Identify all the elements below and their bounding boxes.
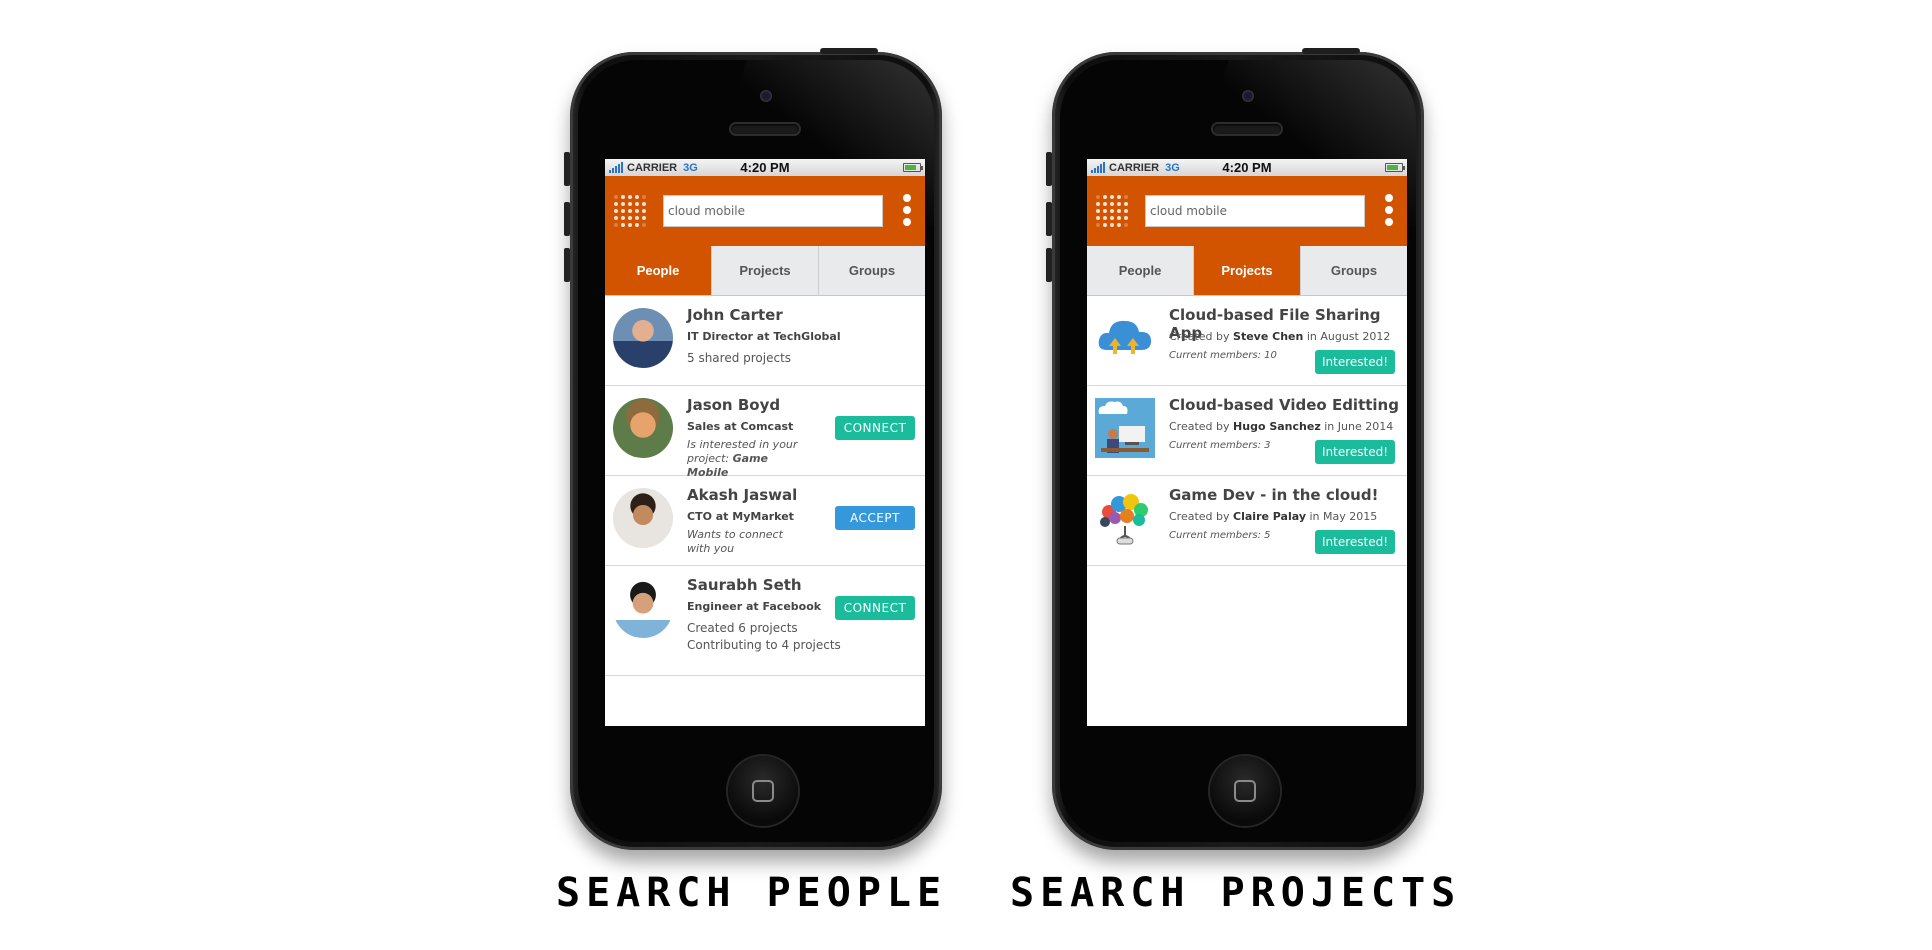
project-created: Created by Hugo Sanchez in June 2014 xyxy=(1169,420,1394,433)
project-created: Created by Claire Palay in May 2015 xyxy=(1169,510,1378,523)
screen: CARRIER 3G 4:20 PM cloud mobile People P… xyxy=(605,159,925,726)
earpiece-speaker xyxy=(1213,124,1281,134)
home-button[interactable] xyxy=(728,756,798,826)
screen: CARRIER 3G 4:20 PM cloud mobile People P… xyxy=(1087,159,1407,726)
person-name: Akash Jaswal xyxy=(687,486,798,504)
battery-icon xyxy=(903,163,923,172)
avatar xyxy=(613,578,673,638)
interested-button[interactable]: Interested! xyxy=(1315,350,1395,374)
volume-down-button xyxy=(1046,248,1052,282)
tab-bar: People Projects Groups xyxy=(1087,246,1407,296)
status-time: 4:20 PM xyxy=(1222,160,1272,175)
game-cloud-icon xyxy=(1100,494,1148,545)
person-stats: Created 6 projects Contributing to 4 pro… xyxy=(687,620,841,654)
more-options-icon[interactable] xyxy=(1385,194,1393,226)
front-camera xyxy=(1242,90,1254,102)
project-members: Current members: 10 xyxy=(1169,350,1277,361)
list-item[interactable]: Saurabh Seth Engineer at Facebook Create… xyxy=(605,566,925,676)
person-role: Engineer at Facebook xyxy=(687,600,822,613)
connect-button[interactable]: CONNECT xyxy=(835,596,915,620)
front-camera xyxy=(760,90,772,102)
home-square-icon xyxy=(752,780,774,802)
volume-up-button xyxy=(1046,202,1052,236)
mute-switch xyxy=(1046,152,1052,186)
app-logo-icon[interactable] xyxy=(1095,194,1129,228)
tab-groups[interactable]: Groups xyxy=(1301,246,1407,295)
cloud-upload-icon xyxy=(1098,320,1151,354)
contributing-projects: Contributing to 4 projects xyxy=(687,638,841,652)
project-creator: Steve Chen xyxy=(1233,330,1304,343)
caption-search-projects: SEARCH PROJECTS xyxy=(1010,870,1462,916)
app-header xyxy=(1087,176,1407,246)
person-role: CTO at MyMarket xyxy=(687,510,794,523)
stage: CARRIER 3G 4:20 PM cloud mobile People P… xyxy=(0,0,1932,950)
person-shared-projects: 5 shared projects xyxy=(687,351,792,365)
phone-face: CARRIER 3G 4:20 PM cloud mobile People P… xyxy=(1060,60,1416,842)
tab-groups[interactable]: Groups xyxy=(819,246,925,295)
status-bar: CARRIER 3G 4:20 PM xyxy=(605,159,925,176)
avatar xyxy=(613,488,673,548)
person-role: Sales at Comcast xyxy=(687,420,794,433)
project-creator: Hugo Sanchez xyxy=(1233,420,1321,433)
caption-search-people: SEARCH PEOPLE xyxy=(556,870,948,916)
volume-down-button xyxy=(564,248,570,282)
search-input[interactable] xyxy=(663,195,883,227)
list-item[interactable]: Akash Jaswal CTO at MyMarket Wants to co… xyxy=(605,476,925,566)
app-logo-icon[interactable] xyxy=(613,194,647,228)
app-header xyxy=(605,176,925,246)
list-item[interactable]: Game Dev - in the cloud! Created by Clai… xyxy=(1087,476,1407,566)
project-members: Current members: 5 xyxy=(1169,530,1271,541)
project-members: Current members: 3 xyxy=(1169,440,1271,451)
phone-projects: CARRIER 3G 4:20 PM cloud mobile People P… xyxy=(1046,48,1424,850)
home-button[interactable] xyxy=(1210,756,1280,826)
battery-icon xyxy=(1385,163,1405,172)
avatar xyxy=(613,398,673,458)
more-options-icon[interactable] xyxy=(903,194,911,226)
video-editing-icon xyxy=(1095,398,1155,458)
tab-projects[interactable]: Projects xyxy=(1194,246,1301,295)
accept-button[interactable]: ACCEPT xyxy=(835,506,915,530)
project-creator: Claire Palay xyxy=(1233,510,1306,523)
tab-projects[interactable]: Projects xyxy=(712,246,819,295)
interested-button[interactable]: Interested! xyxy=(1315,530,1395,554)
list-item[interactable]: John Carter IT Director at TechGlobal 5 … xyxy=(605,296,925,386)
search-input[interactable] xyxy=(1145,195,1365,227)
status-time: 4:20 PM xyxy=(740,160,790,175)
home-square-icon xyxy=(1234,780,1256,802)
phone-people: CARRIER 3G 4:20 PM cloud mobile People P… xyxy=(564,48,942,850)
status-bar: CARRIER 3G 4:20 PM xyxy=(1087,159,1407,176)
person-name: Saurabh Seth xyxy=(687,576,802,594)
power-button xyxy=(1302,48,1360,54)
power-button xyxy=(820,48,878,54)
tab-bar: People Projects Groups xyxy=(605,246,925,296)
person-name: John Carter xyxy=(687,306,783,324)
mute-switch xyxy=(564,152,570,186)
phone-face: CARRIER 3G 4:20 PM cloud mobile People P… xyxy=(578,60,934,842)
earpiece-speaker xyxy=(731,124,799,134)
project-title: Game Dev - in the cloud! xyxy=(1169,486,1379,504)
created-projects: Created 6 projects xyxy=(687,621,798,635)
project-created: Created by Steve Chen in August 2012 xyxy=(1169,330,1391,343)
volume-up-button xyxy=(564,202,570,236)
connect-button[interactable]: CONNECT xyxy=(835,416,915,440)
list-item[interactable]: Cloud-based Video Editting Created by Hu… xyxy=(1087,386,1407,476)
list-item[interactable]: Cloud-based File Sharing App Created by … xyxy=(1087,296,1407,386)
person-role: IT Director at TechGlobal xyxy=(687,330,841,343)
person-note: Is interested in your project: Game Mobi… xyxy=(687,438,798,479)
list-item[interactable]: Jason Boyd Sales at Comcast Is intereste… xyxy=(605,386,925,479)
tab-people[interactable]: People xyxy=(605,246,712,295)
avatar xyxy=(613,308,673,368)
person-name: Jason Boyd xyxy=(687,396,781,414)
project-title: Cloud-based Video Editting xyxy=(1169,396,1399,414)
interested-button[interactable]: Interested! xyxy=(1315,440,1395,464)
tab-people[interactable]: People xyxy=(1087,246,1194,295)
person-note: Wants to connect with you xyxy=(687,528,783,555)
